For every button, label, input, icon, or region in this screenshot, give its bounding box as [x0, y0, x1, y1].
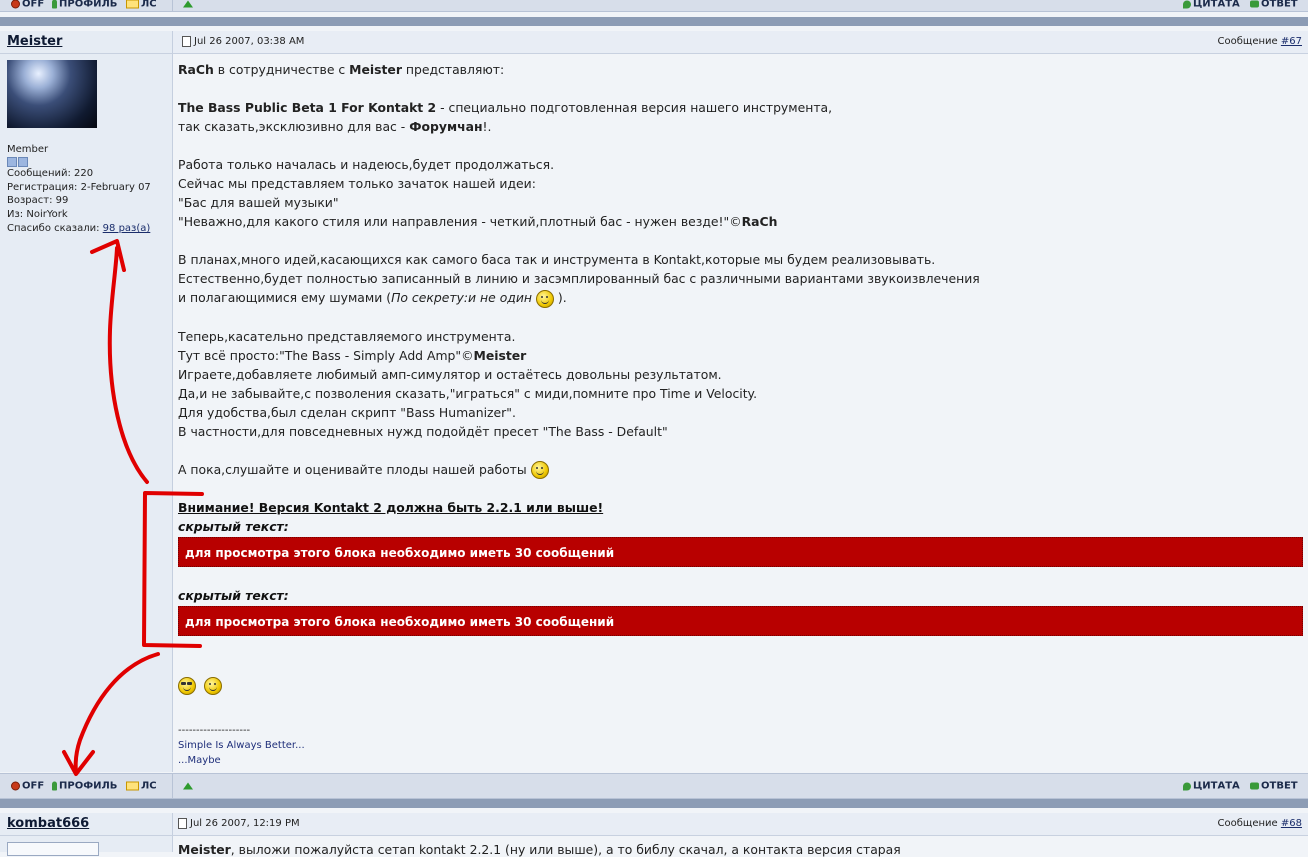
rank-pip-icon: [7, 156, 17, 167]
hidden-text-label: скрытый текст:: [178, 519, 289, 534]
user-group: Member: [7, 144, 49, 155]
reply-button[interactable]: ОТВЕТ: [1250, 0, 1298, 10]
reply-icon: [1250, 0, 1259, 8]
post-separator: [0, 17, 1308, 26]
avatar: [7, 842, 99, 856]
user-posts: Сообщений: 220: [7, 167, 94, 179]
post-toolbar-top: OFF ПРОФИЛЬ ЛС ЦИТАТА ОТВЕТ: [0, 0, 1308, 12]
hidden-text-label: скрытый текст:: [178, 588, 289, 603]
status-dot-icon: [11, 781, 20, 791]
reply-button[interactable]: ОТВЕТ: [1250, 781, 1298, 792]
user-from: Из: NoirYork: [7, 209, 68, 221]
off-button[interactable]: OFF: [11, 781, 44, 792]
post-body: RaCh в сотрудничестве с Meister представ…: [178, 60, 1298, 479]
pm-button[interactable]: ЛС: [126, 781, 157, 792]
post-number-link[interactable]: #67: [1281, 36, 1302, 47]
top-button[interactable]: [183, 782, 193, 790]
quote-icon: [1183, 782, 1191, 790]
off-button[interactable]: OFF: [11, 0, 44, 10]
quote-button[interactable]: ЦИТАТА: [1183, 0, 1240, 10]
user-thanks: Спасибо сказали: 98 раз(а): [7, 222, 151, 234]
quote-button[interactable]: ЦИТАТА: [1183, 781, 1240, 792]
post-icon: [178, 818, 187, 829]
emoticons: [178, 677, 222, 695]
user-icon: [52, 0, 57, 9]
kontakt-warning: Внимание! Версия Kontakt 2 должна быть 2…: [178, 500, 604, 515]
reply-icon: [1250, 782, 1259, 790]
pm-button[interactable]: ЛС: [126, 0, 157, 10]
quote-icon: [1183, 0, 1191, 8]
post-icon: [182, 36, 191, 47]
smile-icon: [203, 677, 222, 695]
post-header: Meister Jul 26 2007, 03:38 AM Сообщение …: [0, 31, 1308, 54]
rank-pip-icon: [18, 156, 28, 167]
post-date: Jul 26 2007, 12:19 PM: [178, 818, 300, 829]
post-toolbar: OFF ПРОФИЛЬ ЛС ЦИТАТА ОТВЕТ: [0, 773, 1308, 799]
post-body: Meister, выложи пожалуйста сетап kontakt…: [178, 842, 901, 857]
post-number-link[interactable]: #68: [1281, 818, 1302, 829]
mail-icon: [126, 0, 139, 9]
thanks-link[interactable]: 98 раз(а): [103, 223, 151, 234]
profile-button[interactable]: ПРОФИЛЬ: [52, 781, 117, 792]
user-age: Возраст: 99: [7, 195, 69, 207]
arrow-up-icon: [183, 782, 193, 790]
avatar: [7, 60, 97, 128]
post-header: kombat666 Jul 26 2007, 12:19 PM Сообщени…: [0, 813, 1308, 836]
hidden-block: для просмотра этого блока необходимо име…: [178, 606, 1303, 636]
post-number: Сообщение #68: [1217, 818, 1302, 829]
author-name[interactable]: Meister: [7, 34, 62, 49]
smile-icon: [530, 461, 549, 479]
status-dot-icon: [11, 0, 20, 9]
signature-line: Simple Is Always Better...: [178, 740, 305, 751]
mail-icon: [126, 781, 139, 791]
post-number: Сообщение #67: [1217, 36, 1302, 47]
user-info: Member Сообщений: 220 Регистрация: 2-Feb…: [7, 143, 151, 236]
arrow-up-icon: [183, 0, 193, 8]
user-icon: [52, 781, 57, 791]
cool-smiley-icon: [178, 677, 196, 695]
post-separator: [0, 799, 1308, 808]
post-date: Jul 26 2007, 03:38 AM: [182, 36, 304, 47]
rank-pips: [7, 156, 151, 167]
user-registered: Регистрация: 2-February 07: [7, 181, 151, 193]
signature-divider: --------------------: [178, 725, 251, 736]
smile-icon: [535, 289, 554, 308]
top-button[interactable]: [183, 0, 193, 8]
signature-line: ...Maybe: [178, 755, 221, 766]
hidden-block: для просмотра этого блока необходимо име…: [178, 537, 1303, 567]
signature: -------------------- Simple Is Always Be…: [178, 723, 305, 768]
profile-button[interactable]: ПРОФИЛЬ: [52, 0, 117, 10]
author-name[interactable]: kombat666: [7, 816, 89, 831]
